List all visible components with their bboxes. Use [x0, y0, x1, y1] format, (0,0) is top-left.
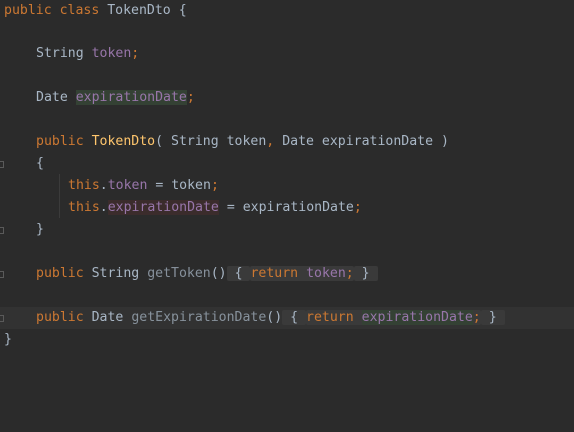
method-name: getToken — [147, 266, 211, 281]
dot: . — [99, 178, 108, 193]
code-line-assign-expiration[interactable]: this.expirationDate = expirationDate; — [0, 197, 574, 219]
keyword: public — [36, 266, 84, 281]
parens: () — [266, 310, 283, 325]
return-keyword: return — [306, 310, 354, 325]
fold-marker-icon[interactable] — [0, 227, 4, 234]
type-name: Date — [36, 90, 68, 105]
fold-marker-icon[interactable] — [0, 161, 4, 168]
constructor-name: TokenDto — [91, 134, 156, 149]
field-name: expirationDate — [107, 200, 219, 215]
open-brace: { — [234, 266, 243, 281]
open-brace: { — [36, 156, 44, 171]
field-name: expirationDate — [75, 90, 187, 105]
code-line-open-brace[interactable]: { — [0, 153, 574, 175]
semicolon: ; — [345, 266, 354, 281]
class-name: TokenDto — [107, 3, 171, 18]
keyword: this — [68, 178, 100, 193]
code-editor[interactable]: public class TokenDto { String token; Da… — [0, 0, 574, 432]
semicolon: ; — [186, 90, 195, 105]
code-line-expiration-field[interactable]: Date expirationDate; — [0, 87, 574, 109]
close-brace: } — [488, 310, 497, 325]
params-rest: Date expirationDate ) — [282, 134, 449, 149]
comma: , — [266, 134, 275, 149]
return-keyword: return — [250, 266, 299, 281]
type-name: Date — [91, 310, 124, 325]
code-line-class-declaration[interactable]: public class TokenDto { — [0, 0, 574, 22]
semicolon: ; — [210, 178, 219, 193]
method-name: getExpirationDate — [131, 310, 267, 325]
fold-marker-icon[interactable] — [0, 315, 4, 322]
fold-marker-icon[interactable] — [0, 271, 4, 278]
open-brace: { — [290, 310, 299, 325]
keyword: public class — [4, 3, 100, 18]
code-line-token-field[interactable]: String token; — [0, 43, 574, 65]
field-name: token — [91, 46, 132, 61]
params-open: ( String token — [155, 134, 267, 149]
semicolon: ; — [353, 200, 362, 215]
keyword: public — [36, 134, 84, 149]
close-brace: } — [36, 222, 44, 237]
close-brace: } — [361, 266, 370, 281]
field-name: token — [306, 266, 346, 281]
field-name: token — [107, 178, 148, 193]
close-brace: } — [4, 332, 12, 347]
code-line-constructor[interactable]: public TokenDto( String token, Date expi… — [0, 131, 574, 153]
field-name: expirationDate — [361, 310, 473, 325]
code-line-close-brace[interactable]: } — [0, 219, 574, 241]
code-line-class-close[interactable]: } — [0, 329, 574, 351]
code-line-assign-token[interactable]: this.token = token; — [0, 175, 574, 197]
code-line-get-expiration[interactable]: public Date getExpirationDate() { return… — [0, 307, 574, 329]
assignment: = expirationDate — [218, 200, 354, 215]
keyword: this — [68, 200, 100, 215]
keyword: public — [36, 310, 84, 325]
type-name: String — [91, 266, 140, 281]
type-name: String — [36, 46, 84, 61]
semicolon: ; — [472, 310, 481, 325]
open-brace: { — [178, 3, 187, 18]
parens: () — [210, 266, 227, 281]
dot: . — [99, 200, 108, 215]
code-line-get-token[interactable]: public String getToken() { return token;… — [0, 263, 574, 285]
assignment: = token — [147, 178, 211, 193]
semicolon: ; — [131, 46, 140, 61]
